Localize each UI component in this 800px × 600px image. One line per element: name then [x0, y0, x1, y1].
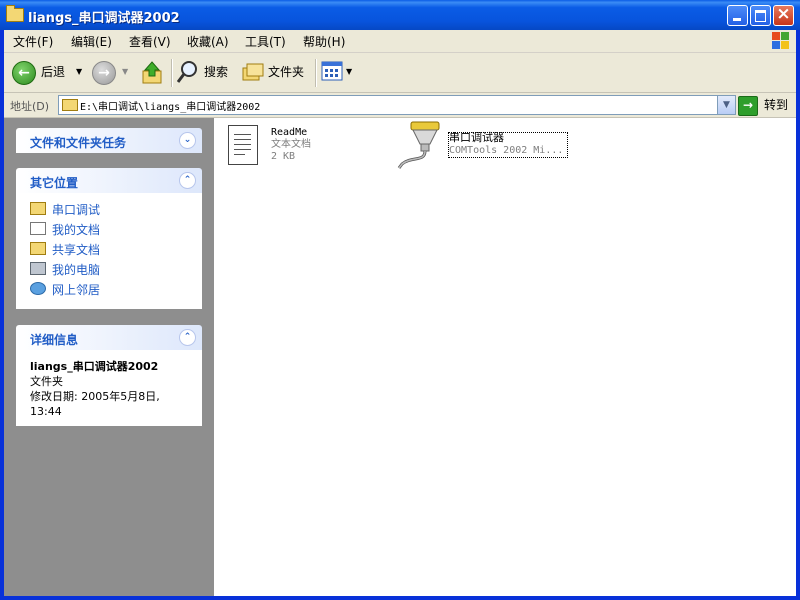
file-tasks-title: 文件和文件夹任务: [30, 136, 127, 150]
details-header[interactable]: 详细信息 ⌃: [16, 325, 202, 350]
file-item-serial-tool[interactable]: 串口调试器 COMTools 2002 Mi...: [396, 120, 576, 172]
expand-icon[interactable]: ⌄: [179, 132, 196, 149]
details-title: 详细信息: [30, 333, 79, 347]
details-panel: 详细信息 ⌃ liangs_串口调试器2002 文件夹 修改日期: 2005年5…: [16, 325, 202, 426]
address-dropdown-icon[interactable]: ▼: [717, 96, 735, 114]
place-label: 我的电脑: [52, 263, 101, 277]
window-border-left[interactable]: [0, 30, 4, 600]
serial-port-icon: [397, 121, 440, 169]
menu-favorites[interactable]: 收藏(A): [187, 33, 229, 50]
search-label: 搜索: [204, 65, 229, 79]
folders-button[interactable]: 文件夹: [241, 59, 311, 85]
address-label: 地址(D): [10, 100, 50, 113]
up-button[interactable]: [142, 59, 166, 85]
menu-edit[interactable]: 编辑(E): [71, 33, 112, 50]
menu-view[interactable]: 查看(V): [129, 33, 171, 50]
detail-modified-time: 13:44: [30, 405, 62, 418]
toolbar-separator: [315, 59, 317, 87]
title-bar[interactable]: liangs_串口调试器2002: [0, 0, 800, 30]
details-body: liangs_串口调试器2002 文件夹 修改日期: 2005年5月8日, 13…: [16, 350, 202, 426]
task-pane: 文件和文件夹任务 ⌄ 其它位置 ⌃ 串口调试 我的文档 共享文档 我的电脑 网上…: [4, 118, 214, 596]
file-tasks-panel: 文件和文件夹任务 ⌄: [16, 128, 202, 153]
documents-icon: [30, 222, 46, 235]
forward-dropdown-icon[interactable]: ▼: [122, 59, 128, 85]
minimize-button[interactable]: [727, 5, 748, 26]
file-size: 2 KB: [271, 151, 296, 162]
address-bar: 地址(D) E:\串口调试\liangs_串口调试器2002 ▼ → 转到: [4, 93, 796, 118]
window-border-bottom[interactable]: [0, 596, 800, 600]
address-input[interactable]: E:\串口调试\liangs_串口调试器2002 ▼: [58, 95, 736, 115]
maximize-button[interactable]: [750, 5, 771, 26]
computer-icon: [30, 262, 46, 275]
up-folder-icon: [142, 61, 162, 84]
other-places-panel: 其它位置 ⌃ 串口调试 我的文档 共享文档 我的电脑 网上邻居: [16, 168, 202, 309]
views-dropdown-icon[interactable]: ▼: [346, 59, 352, 85]
other-places-list: 串口调试 我的文档 共享文档 我的电脑 网上邻居: [16, 193, 202, 309]
place-item[interactable]: 我的电脑: [30, 259, 188, 279]
file-description: COMTools 2002 Mi...: [449, 145, 564, 156]
other-places-title: 其它位置: [30, 176, 79, 190]
menu-bar: 文件(F) 编辑(E) 查看(V) 收藏(A) 工具(T) 帮助(H): [4, 30, 796, 53]
go-label: 转到: [764, 98, 789, 112]
place-item[interactable]: 网上邻居: [30, 279, 188, 299]
back-arrow-icon: ←: [12, 61, 36, 85]
back-dropdown-icon[interactable]: ▼: [76, 59, 82, 85]
back-label: 后退: [41, 65, 66, 79]
folders-label: 文件夹: [268, 65, 305, 79]
file-item-readme[interactable]: ReadMe 文本文档 2 KB: [226, 124, 386, 170]
place-label: 串口调试: [52, 203, 101, 217]
explorer-window: liangs_串口调试器2002 文件(F) 编辑(E) 查看(V) 收藏(A)…: [0, 0, 800, 600]
detail-name: liangs_串口调试器2002: [30, 360, 159, 373]
file-type: 文本文档: [271, 139, 311, 150]
back-button[interactable]: ← 后退 ▼: [12, 59, 84, 85]
file-list[interactable]: ReadMe 文本文档 2 KB 串口调试器 COMTools 2002 Mi.…: [214, 118, 796, 596]
collapse-icon[interactable]: ⌃: [179, 172, 196, 189]
detail-modified: 修改日期: 2005年5月8日,: [30, 390, 160, 403]
file-name: ReadMe: [271, 127, 308, 138]
detail-type: 文件夹: [30, 375, 63, 388]
window-border-right[interactable]: [796, 30, 800, 600]
place-item[interactable]: 串口调试: [30, 199, 188, 219]
go-arrow-icon: →: [738, 96, 758, 116]
folder-icon: [30, 242, 46, 255]
place-item[interactable]: 共享文档: [30, 239, 188, 259]
place-label: 共享文档: [52, 243, 101, 257]
folder-icon: [6, 5, 24, 22]
views-button[interactable]: ▼: [321, 59, 357, 85]
text-document-icon: [228, 125, 258, 165]
menu-help[interactable]: 帮助(H): [303, 33, 345, 50]
window-title: liangs_串口调试器2002: [28, 11, 180, 26]
toolbar: ← 后退 ▼ → ▼ 搜索 文件夹 ▼: [4, 53, 796, 93]
close-button[interactable]: [773, 5, 794, 26]
search-icon: [177, 61, 197, 83]
network-icon: [30, 282, 46, 295]
forward-button[interactable]: → ▼: [92, 59, 132, 85]
file-name: 串口调试器: [449, 131, 504, 144]
folder-icon: [62, 99, 78, 111]
menu-tools[interactable]: 工具(T): [245, 33, 286, 50]
file-tasks-header[interactable]: 文件和文件夹任务 ⌄: [16, 128, 202, 153]
search-button[interactable]: 搜索: [177, 59, 233, 85]
place-label: 我的文档: [52, 223, 101, 237]
folders-icon: [242, 63, 264, 81]
folder-icon: [30, 202, 46, 215]
toolbar-separator: [171, 59, 173, 87]
other-places-header[interactable]: 其它位置 ⌃: [16, 168, 202, 193]
place-label: 网上邻居: [52, 283, 101, 297]
menu-file[interactable]: 文件(F): [13, 33, 53, 50]
windows-logo-icon: [772, 32, 790, 50]
place-item[interactable]: 我的文档: [30, 219, 188, 239]
forward-arrow-icon: →: [92, 61, 116, 85]
address-value: E:\串口调试\liangs_串口调试器2002: [80, 102, 261, 113]
views-grid-icon: [321, 61, 343, 81]
collapse-icon[interactable]: ⌃: [179, 329, 196, 346]
